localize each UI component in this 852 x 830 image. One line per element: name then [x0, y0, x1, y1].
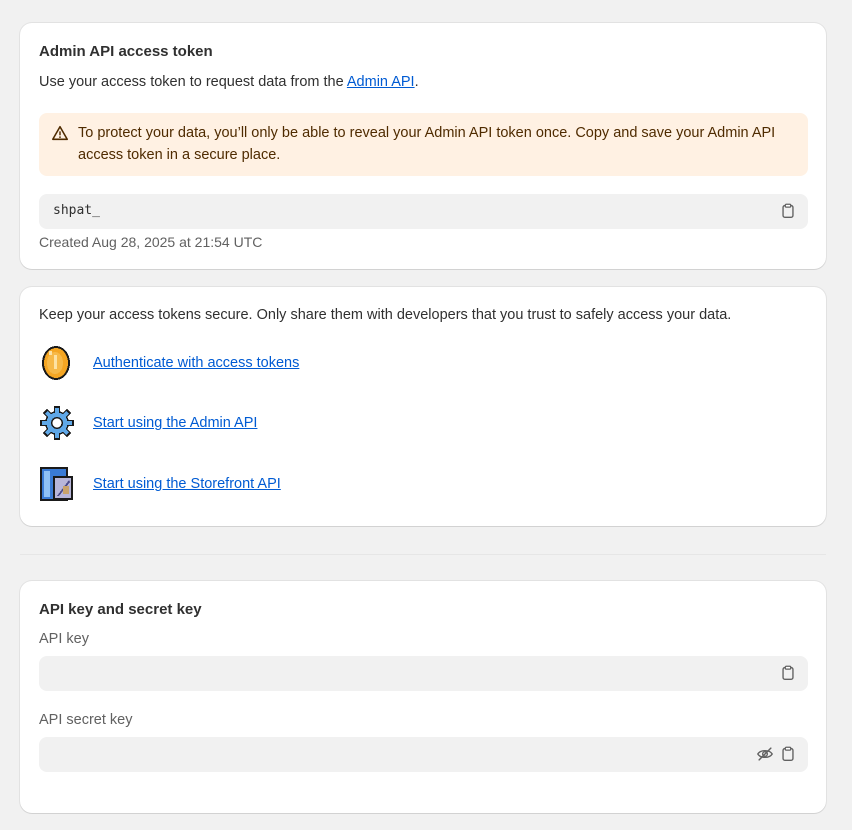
resource-item-authenticate[interactable]: Authenticate with access tokens: [39, 345, 799, 383]
token-intro: Use your access token to request data fr…: [39, 74, 419, 90]
gear-icon: [40, 406, 74, 440]
alert-triangle-icon: [52, 125, 68, 141]
storefront-api-guide-link[interactable]: Start using the Storefront API: [93, 476, 281, 492]
access-token-field[interactable]: shpat_: [39, 194, 808, 229]
warning-text: To protect your data, you’ll only be abl…: [78, 125, 776, 163]
storefront-icon: [40, 467, 73, 501]
token-intro-suffix: .: [414, 74, 419, 90]
api-secret-key-field[interactable]: [39, 737, 808, 772]
admin-api-link[interactable]: Admin API: [347, 74, 415, 90]
resources-card: Keep your access tokens secure. Only sha…: [20, 287, 826, 526]
api-key-label: API key: [39, 631, 89, 647]
section-divider: [20, 554, 826, 555]
resource-item-storefront-api[interactable]: Start using the Storefront API: [39, 466, 799, 504]
clipboard-icon[interactable]: [779, 745, 797, 763]
clipboard-icon[interactable]: [779, 202, 797, 220]
card-title: API key and secret key: [39, 601, 202, 618]
coin-icon: [42, 346, 70, 380]
resource-item-admin-api[interactable]: Start using the Admin API: [39, 405, 799, 443]
admin-api-guide-link[interactable]: Start using the Admin API: [93, 415, 257, 431]
warning-banner: To protect your data, you’ll only be abl…: [39, 113, 808, 176]
access-token-card: Admin API access token Use your access t…: [20, 23, 826, 269]
clipboard-icon[interactable]: [779, 664, 797, 682]
api-secret-key-label: API secret key: [39, 712, 133, 728]
created-timestamp: Created Aug 28, 2025 at 21:54 UTC: [39, 234, 263, 250]
api-keys-card: API key and secret key API key API secre…: [20, 581, 826, 813]
token-intro-text: Use your access token to request data fr…: [39, 74, 347, 90]
access-token-value[interactable]: shpat_: [53, 203, 100, 218]
api-key-field[interactable]: [39, 656, 808, 691]
security-intro: Keep your access tokens secure. Only sha…: [39, 307, 732, 323]
card-title: Admin API access token: [39, 43, 213, 60]
eye-off-icon[interactable]: [756, 745, 774, 763]
authenticate-link[interactable]: Authenticate with access tokens: [93, 355, 299, 371]
